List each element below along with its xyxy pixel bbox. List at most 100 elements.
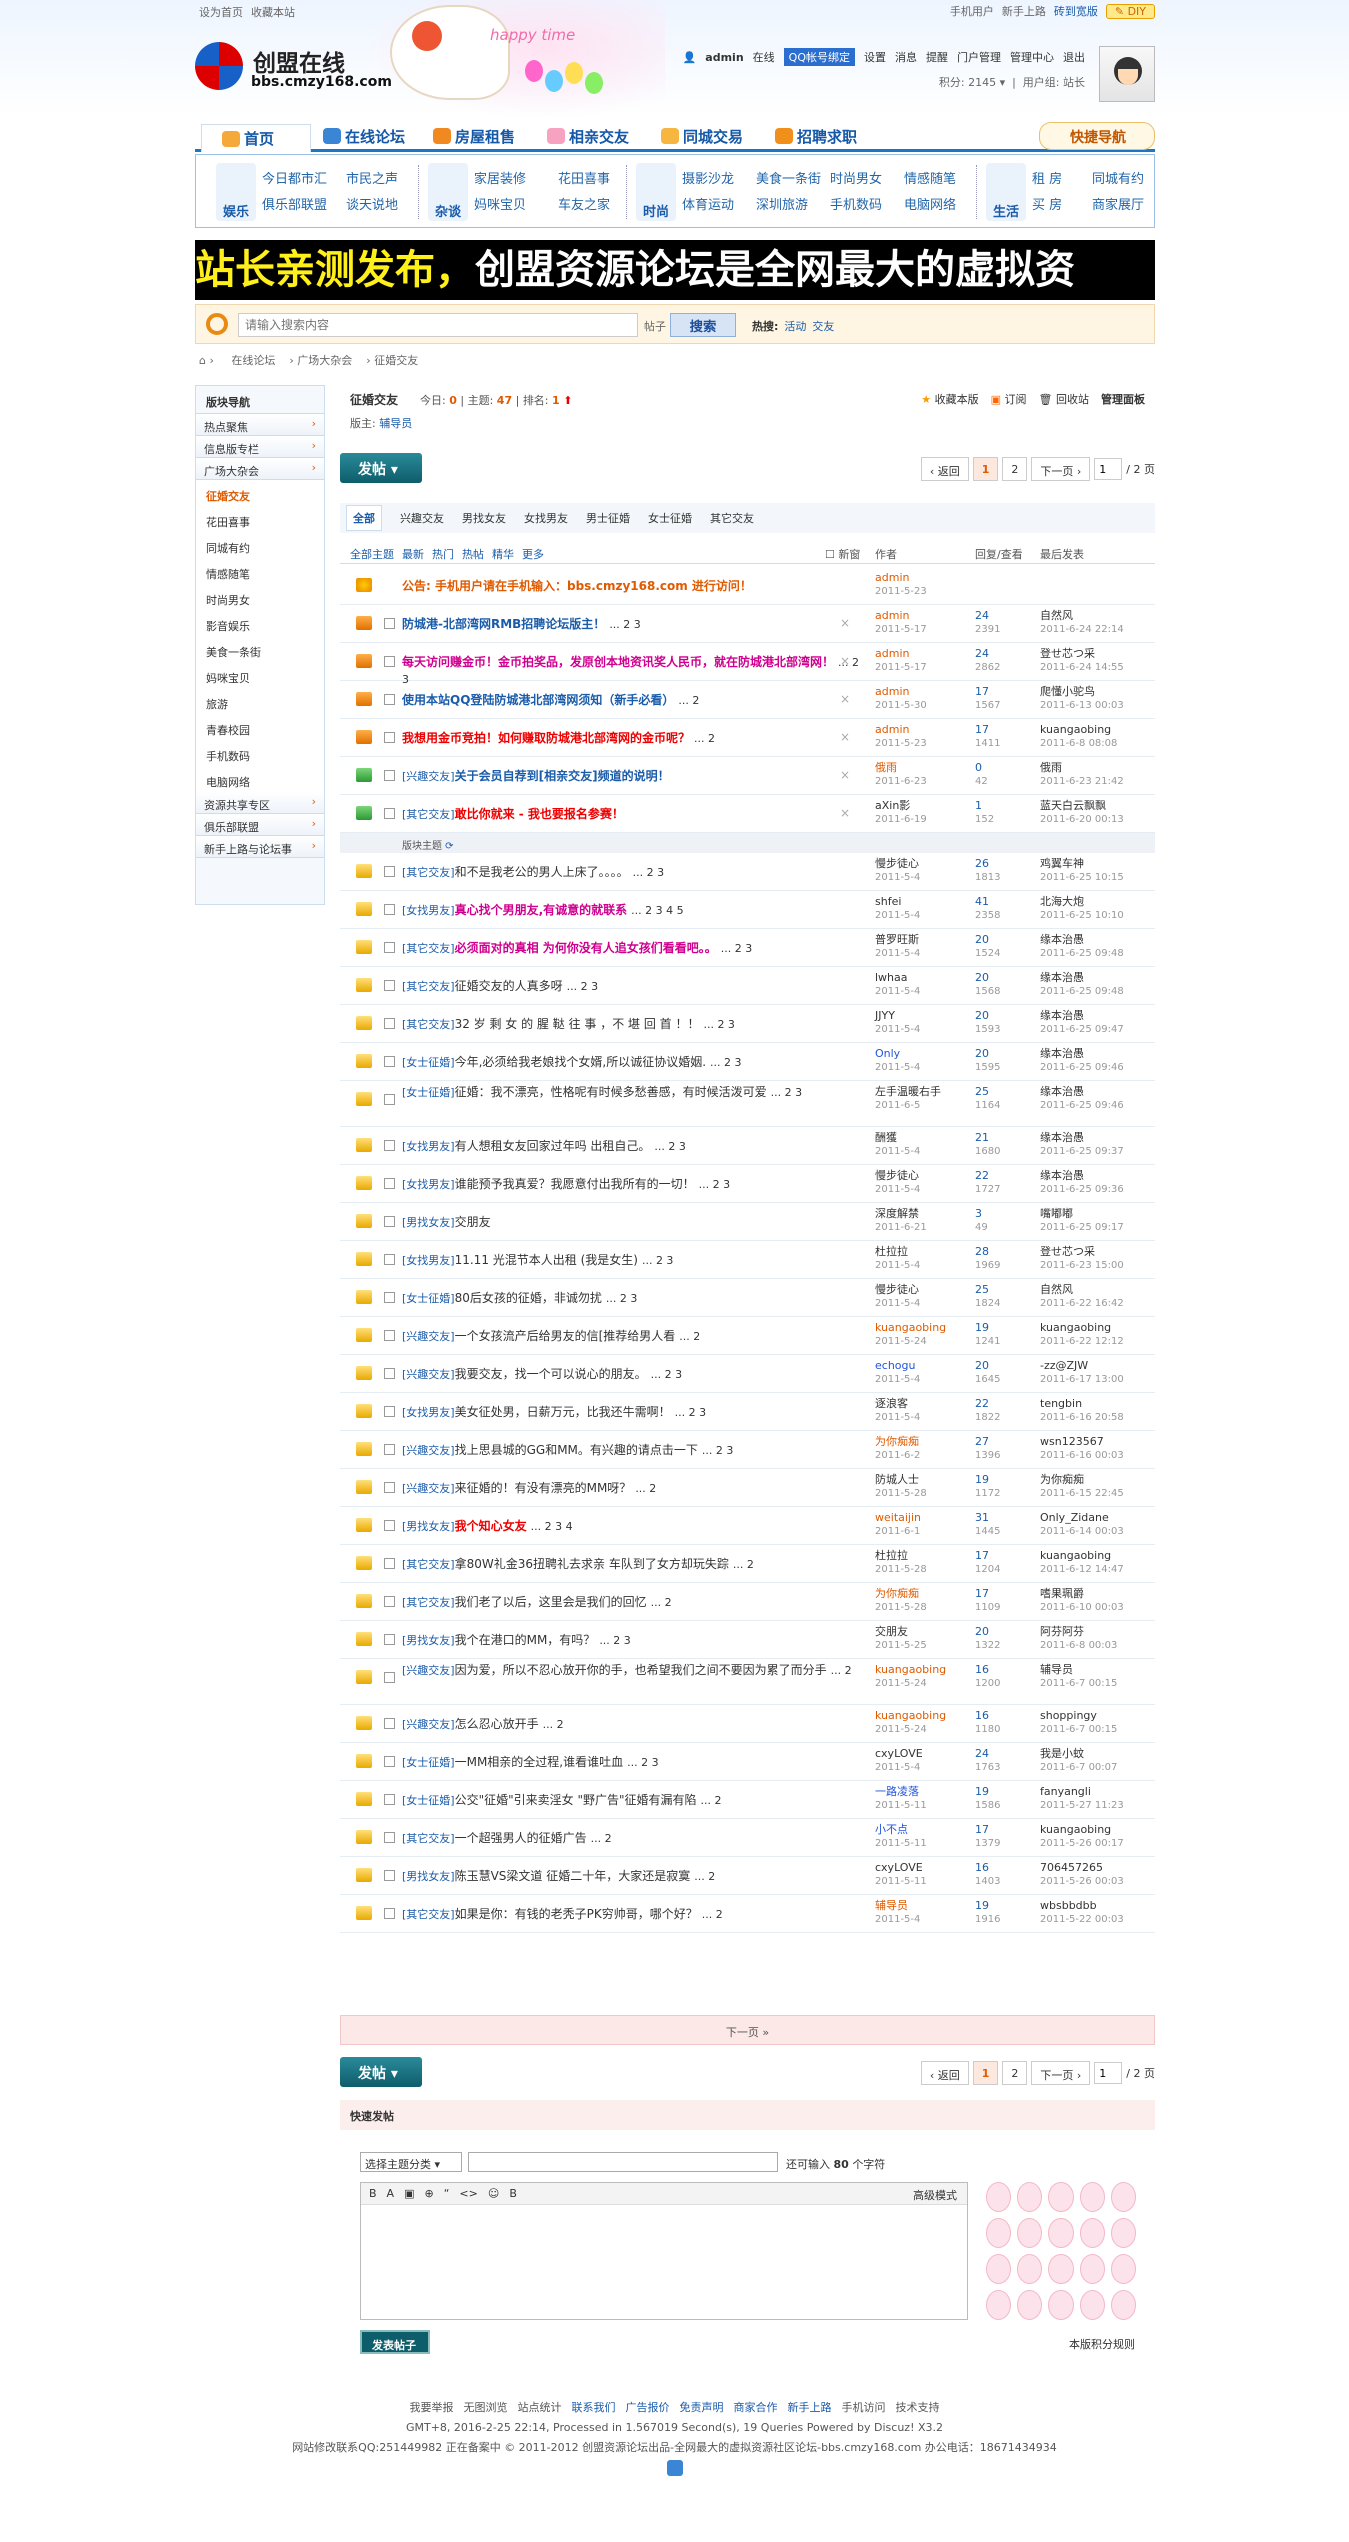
thread-pages[interactable]: ... 2 3 [771,1086,802,1099]
close-icon[interactable]: × [840,806,850,820]
last-date[interactable]: 2011-6-25 09:47 [1040,1023,1155,1037]
author-name[interactable]: 为你痴痴 [875,1435,920,1449]
replies[interactable]: 19 [975,1321,1000,1335]
last-date[interactable]: 2011-6-24 22:14 [1040,623,1155,637]
last-date[interactable]: 2011-6-8 08:08 [1040,737,1155,751]
last-date[interactable]: 2011-6-13 00:03 [1040,699,1155,713]
nav-home[interactable]: 首页 [201,124,311,152]
last-date[interactable]: 2011-6-10 00:03 [1040,1601,1155,1615]
thread-title[interactable]: 公告: 手机用户请在手机输入：bbs.cmzy168.com 进行访问！ [402,579,752,593]
emoticon-icon[interactable] [1079,2218,1105,2248]
cat-link[interactable]: 妈咪宝贝 [474,193,558,219]
thread-pages[interactable]: ... 2 3 [721,942,752,955]
footer-link[interactable]: 我要举报 [410,2401,454,2414]
last-poster[interactable]: wsn123567 [1040,1435,1155,1449]
type-tab[interactable]: 女找男友 [524,510,568,526]
last-poster[interactable]: 鸡翼车神 [1040,857,1155,871]
replies[interactable]: 28 [975,1245,1000,1259]
author-name[interactable]: 杜拉拉 [875,1245,920,1259]
cat-link[interactable]: 摄影沙龙 [682,167,756,193]
subscribe-button[interactable]: ▣ 订阅 [991,391,1027,407]
last-poster[interactable]: 我是小蚊 [1040,1747,1155,1761]
last-date[interactable]: 2011-6-23 15:00 [1040,1259,1155,1273]
sidebar-item[interactable]: 电脑网络 [196,766,324,792]
last-poster[interactable]: 嘴嘟嘟 [1040,1207,1155,1221]
thread-type[interactable]: [其它交友] [402,980,455,993]
close-icon[interactable]: × [840,654,850,668]
editor-tool[interactable]: B [369,2187,377,2200]
replies[interactable]: 27 [975,1435,1000,1449]
author-name[interactable]: echogu [875,1359,920,1373]
emoticon-icon[interactable] [1110,2182,1136,2212]
last-poster[interactable]: kuangaobing [1040,1321,1155,1335]
editor-tool[interactable]: ▣ [404,2187,414,2200]
thread-title[interactable]: 谁能预予我真爱？我愿意付出我所有的一切！ [455,1177,695,1191]
thread-title[interactable]: 有人想租女友回家过年吗 出租自己。 [455,1139,651,1153]
thread-title[interactable]: 我个在港口的MM，有吗？ [455,1633,596,1647]
replies[interactable]: 21 [975,1131,1000,1145]
page-input[interactable] [1094,458,1123,480]
footer-link[interactable]: 无图浏览 [464,2401,508,2414]
last-poster[interactable]: Only_Zidane [1040,1511,1155,1525]
thread-title[interactable]: 和不是我老公的男人上床了。。。。 [455,865,629,879]
author-name[interactable]: 防城人士 [875,1473,927,1487]
author-name[interactable]: 交朋友 [875,1625,927,1639]
nav-forum[interactable]: 在线论坛 [323,126,405,147]
thread-pages[interactable]: ... 2 3 [675,1406,706,1419]
author-name[interactable]: kuangaobing [875,1709,946,1723]
sidebar-item[interactable]: 妈咪宝贝 [196,662,324,688]
thread-type[interactable]: [女找男友] [402,1178,455,1191]
thread-type[interactable]: [兴趣交友] [402,1330,455,1343]
settings-link[interactable]: 设置 [864,49,886,65]
advanced-mode-link[interactable]: 高级模式 [913,2187,957,2203]
thread-title[interactable]: 如果是你：有钱的老秃子PK穷帅哥，哪个好？ [455,1907,698,1921]
replies[interactable]: 19 [975,1473,1000,1487]
category-entertainment-label[interactable]: 娱乐 [216,163,256,221]
thread-title[interactable]: 我个知心女友 [455,1519,527,1533]
search-input[interactable] [238,313,638,337]
type-tab[interactable]: 女士征婚 [648,510,692,526]
qq-bind-button[interactable]: QQ帐号绑定 [783,48,855,66]
thread-type[interactable]: [兴趣交友] [402,1718,455,1731]
thread-pages[interactable]: ... 2 3 [699,1178,730,1191]
logout-link[interactable]: 退出 [1063,49,1085,65]
replies[interactable]: 16 [975,1861,1000,1875]
sidebar-group[interactable]: 资源共享专区 [196,792,324,814]
sidebar-group[interactable]: 热点聚焦 [196,414,324,436]
cat-link[interactable]: 今日都市汇 [262,167,346,193]
author-name[interactable]: 逐浪客 [875,1397,920,1411]
type-tab[interactable]: 全部 [346,505,382,531]
filter-link[interactable]: 全部主题 [350,548,394,561]
last-date[interactable]: 2011-6-22 16:42 [1040,1297,1155,1311]
thread-type[interactable]: [其它交友] [402,942,455,955]
author-name[interactable]: Only [875,1047,920,1061]
replies[interactable]: 0 [975,761,988,775]
back-button[interactable]: ‹ 返回 [920,2061,969,2085]
thread-title[interactable]: 交朋友 [455,1215,491,1229]
thread-type[interactable]: [女士征婚] [402,1756,455,1769]
thread-checkbox[interactable] [384,1756,395,1767]
footer-link[interactable]: 技术支持 [896,2401,940,2414]
type-tab[interactable]: 兴趣交友 [400,510,444,526]
last-date[interactable]: 2011-6-25 09:48 [1040,947,1155,961]
thread-checkbox[interactable] [384,1292,395,1303]
page-1[interactable]: 1 [972,457,999,481]
last-date[interactable]: 2011-6-22 12:12 [1040,1335,1155,1349]
thread-title[interactable]: 找上思县城的GG和MM。有兴趣的请点击一下 [455,1443,698,1457]
thread-title[interactable]: 关于会员自荐到[相亲交友]频道的说明！ [455,769,670,783]
close-icon[interactable]: × [840,768,850,782]
thread-type[interactable]: [女士征婚] [402,1794,455,1807]
last-poster[interactable]: 缘本治愚 [1040,971,1155,985]
sidebar-group[interactable]: 广场大杂会 [196,458,324,480]
replies[interactable]: 16 [975,1663,1000,1677]
nav-housing[interactable]: 房屋租售 [433,126,515,147]
sidebar-item[interactable]: 手机数码 [196,740,324,766]
editor[interactable]: B A ▣ ⊕ “<> ☺ B 高级模式 [360,2182,968,2320]
thread-type[interactable]: [女士征婚] [402,1086,455,1099]
filter-link[interactable]: 精华 [492,548,514,561]
thread-type[interactable]: [女找男友] [402,1254,455,1267]
thread-title[interactable]: 真心找个男朋友,有诚意的就联系 [455,903,628,917]
cat-link[interactable]: 深圳旅游 [756,193,830,219]
emoticon-icon[interactable] [1048,2218,1074,2248]
last-date[interactable]: 2011-6-15 22:45 [1040,1487,1155,1501]
